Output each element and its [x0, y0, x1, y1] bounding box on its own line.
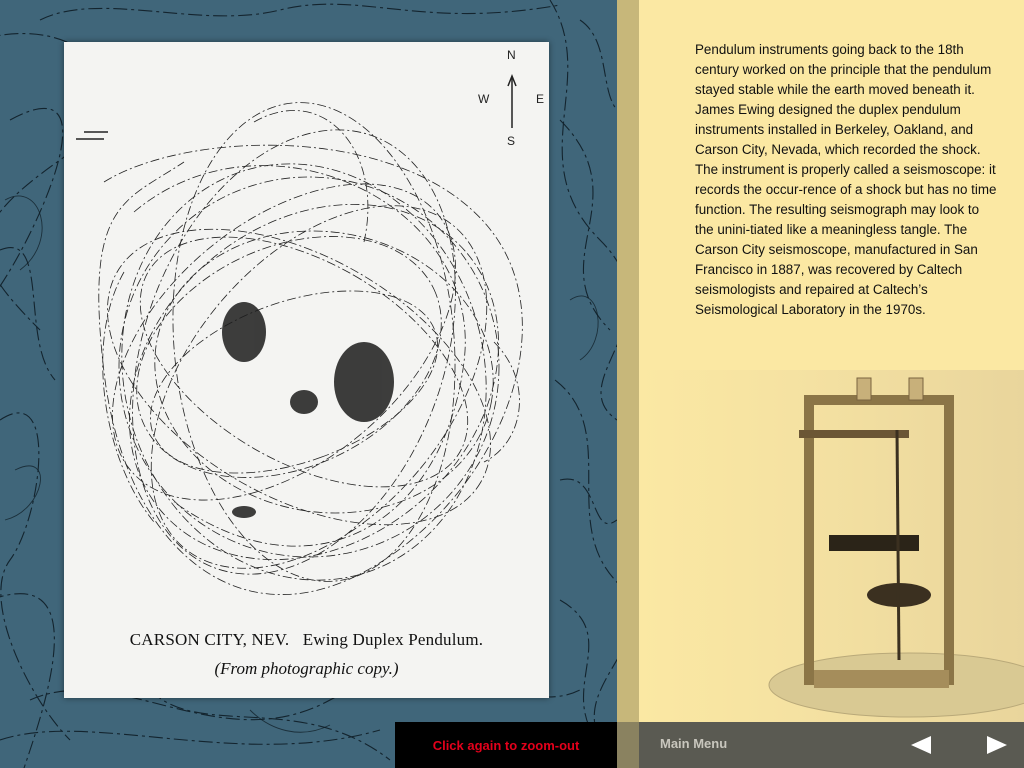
figure-caption-title: CARSON CITY, NEV. Ewing Duplex Pendulum. [129, 630, 484, 649]
next-page-button[interactable] [985, 734, 1009, 756]
compass-south-label: S [507, 134, 516, 148]
background-seismogram-panel: N S W E CARSON CITY, NEV. Ewing Duplex P… [0, 0, 617, 768]
right-triangle-icon [987, 736, 1007, 754]
seismoscope-instrument-photo [768, 377, 1024, 718]
bottom-navigation-bar: Main Menu [639, 722, 1024, 768]
seismogram-tangle-image [76, 73, 523, 595]
bottom-divider [617, 722, 639, 768]
description-panel: Pendulum instruments going back to the 1… [639, 0, 1024, 722]
left-triangle-icon [911, 736, 931, 754]
compass-north-label: N [507, 48, 516, 62]
compass-east-label: E [536, 92, 545, 106]
zoom-out-button[interactable]: Click again to zoom-out [395, 722, 617, 768]
main-menu-button[interactable]: Main Menu [660, 736, 727, 751]
description-text: Pendulum instruments going back to the 1… [695, 42, 997, 317]
figure-caption-subtitle: (From photographic copy.) [214, 659, 399, 678]
panel-divider [617, 0, 639, 768]
compass-west-label: W [478, 92, 490, 106]
prev-page-button[interactable] [909, 734, 933, 756]
seismogram-photo[interactable]: N S W E CARSON CITY, NEV. Ewing Duplex P… [64, 42, 549, 698]
